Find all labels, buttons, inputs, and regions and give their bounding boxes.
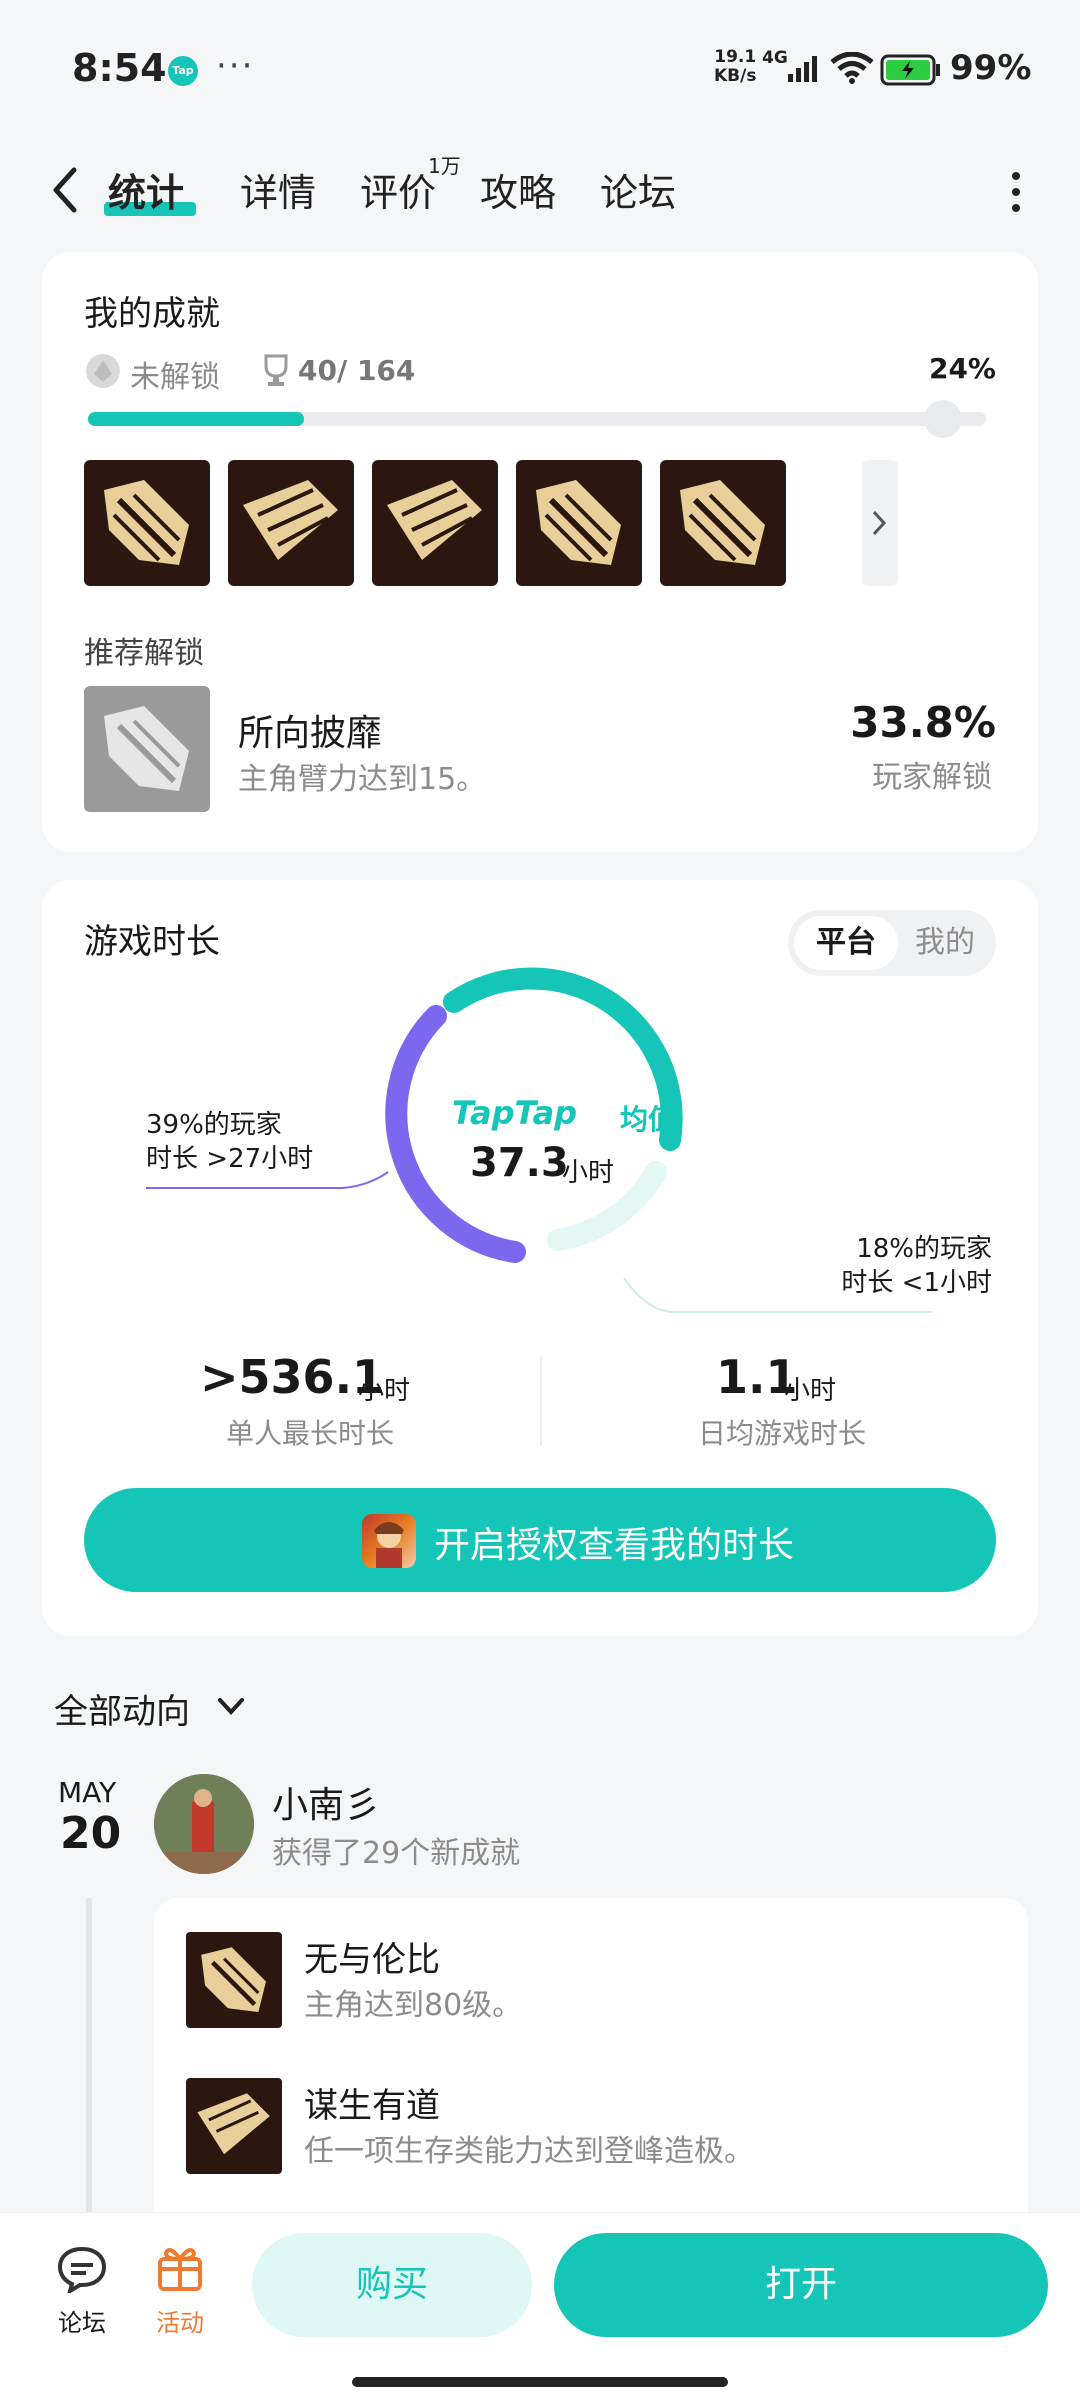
more-notifications-icon: ··· [216, 46, 255, 86]
average-playtime-value: 37.3 [470, 1140, 569, 1186]
stats-divider [540, 1356, 542, 1446]
feed-action-text: 获得了29个新成就 [272, 1836, 521, 1871]
tab-reviews[interactable]: 评价 [360, 162, 436, 217]
activity-filter[interactable]: 全部动向 [54, 1684, 190, 1733]
feed-username[interactable]: 小南彡 [272, 1776, 380, 1828]
bottom-action-bar: 论坛 活动 购买 打开 [0, 2212, 1080, 2400]
achievement-progress-fill [88, 412, 304, 426]
sword-badge-icon [536, 480, 621, 565]
more-achievements-button[interactable] [862, 460, 898, 586]
achievement-thumbnails [84, 460, 984, 588]
unlock-percent: 33.8% [850, 698, 996, 747]
authorize-playtime-button[interactable]: 开启授权查看我的时长 [84, 1488, 996, 1592]
status-bar: 8:54 Tap ··· 19.1 KB/s 4G 99% [0, 0, 1080, 140]
home-indicator[interactable] [352, 2377, 728, 2387]
sword-badge-icon [201, 1947, 266, 2012]
achievement-thumb[interactable] [660, 460, 786, 586]
buy-button[interactable]: 购买 [252, 2233, 532, 2337]
scroll-badge-icon [387, 480, 482, 560]
sword-badge-icon [104, 480, 189, 565]
feed-month: MAY [58, 1776, 117, 1809]
achievement-progress-bar [88, 412, 986, 426]
average-label: 均值 [620, 1103, 677, 1136]
recommended-achievement-thumb[interactable] [84, 686, 210, 812]
recommended-achievement-name[interactable]: 所向披靡 [238, 704, 382, 756]
tab-guides[interactable]: 攻略 [480, 162, 556, 217]
feed-achievement-desc: 任一项生存类能力达到登峰造极。 [304, 2134, 754, 2169]
feed-achievements-card[interactable]: 无与伦比 主角达到80级。 谋生有道 任一项生存类能力达到登峰造极。 [154, 1898, 1028, 2238]
network-speed: 19.1 KB/s [714, 47, 757, 86]
max-playtime-label: 单人最长时长 [226, 1417, 395, 1450]
max-playtime-value: >536.1 [200, 1350, 385, 1404]
sword-badge-icon [104, 706, 189, 791]
sword-badge-icon [680, 480, 765, 565]
unlock-percent-label: 玩家解锁 [872, 760, 992, 795]
feed-achievement-desc: 主角达到80级。 [304, 1988, 523, 2023]
status-time: 8:54 [72, 46, 167, 90]
annotation-long-players: 39%的玩家 时长 >27小时 [146, 1110, 314, 1174]
tab-stats[interactable]: 统计 [108, 162, 184, 217]
feed-achievement-name: 无与伦比 [304, 1940, 440, 1980]
locked-medal-icon [86, 354, 120, 388]
daily-playtime-unit: 小时 [784, 1376, 837, 1406]
achievements-title: 我的成就 [84, 294, 220, 334]
back-icon[interactable] [46, 164, 86, 216]
avatar[interactable] [154, 1774, 254, 1874]
progress-end-marker [924, 400, 962, 438]
achievement-thumb[interactable] [84, 460, 210, 586]
gift-icon[interactable] [154, 2241, 206, 2293]
event-label[interactable]: 活动 [156, 2303, 204, 2338]
tab-details[interactable]: 详情 [240, 162, 316, 217]
achievement-thumb[interactable] [516, 460, 642, 586]
achievement-thumb [186, 1932, 282, 2028]
signal-icon [788, 56, 817, 82]
achievements-card: 我的成就 未解锁 40/ 164 24% 推荐解锁 所向披靡 主角臂力达到15。… [42, 252, 1038, 852]
locked-label: 未解锁 [130, 360, 220, 395]
achievement-thumb [186, 2078, 282, 2174]
achievement-thumb[interactable] [372, 460, 498, 586]
authorize-button-label: 开启授权查看我的时长 [434, 1525, 795, 1566]
top-nav: 统计 详情 评价 1万 攻略 论坛 [0, 150, 1080, 230]
wifi-icon [830, 52, 874, 84]
achievement-percent: 24% [928, 352, 996, 385]
more-menu-icon[interactable] [1006, 170, 1026, 214]
scroll-badge-icon [197, 2093, 270, 2155]
open-button[interactable]: 打开 [554, 2233, 1048, 2337]
scroll-badge-icon [243, 480, 338, 560]
battery-icon [880, 54, 940, 86]
feed-day: 20 [60, 1808, 122, 1859]
reviews-count-badge: 1万 [428, 154, 461, 178]
timeline-line [86, 1898, 92, 2218]
battery-level: 99% [950, 48, 1032, 88]
annotation-short-players: 18%的玩家 时长 <1小时 [841, 1234, 992, 1298]
tab-forum[interactable]: 论坛 [600, 162, 676, 217]
taptap-notification-icon: Tap [168, 56, 198, 86]
forum-icon[interactable] [56, 2245, 108, 2293]
max-playtime-unit: 小时 [358, 1376, 411, 1406]
recommended-achievement-desc: 主角臂力达到15。 [238, 762, 487, 797]
recommend-label: 推荐解锁 [84, 636, 204, 671]
donut-segment-long [385, 1005, 526, 1263]
playtime-card: 游戏时长 平台 我的 TapTap 均值 37.3 小时 39%的玩家 时长 >… [42, 880, 1038, 1636]
trophy-icon [264, 354, 288, 386]
chevron-down-icon[interactable] [216, 1696, 246, 1718]
daily-playtime-label: 日均游戏时长 [698, 1417, 867, 1450]
taptap-logo: TapTap [452, 1094, 578, 1132]
average-playtime-unit: 小时 [562, 1158, 615, 1188]
game-avatar-icon [362, 1514, 416, 1568]
achievement-thumb[interactable] [228, 460, 354, 586]
chevron-right-icon [872, 510, 887, 536]
forum-label[interactable]: 论坛 [58, 2303, 106, 2338]
feed-achievement-name: 谋生有道 [304, 2086, 440, 2126]
achievement-count: 40/ 164 [298, 354, 416, 387]
